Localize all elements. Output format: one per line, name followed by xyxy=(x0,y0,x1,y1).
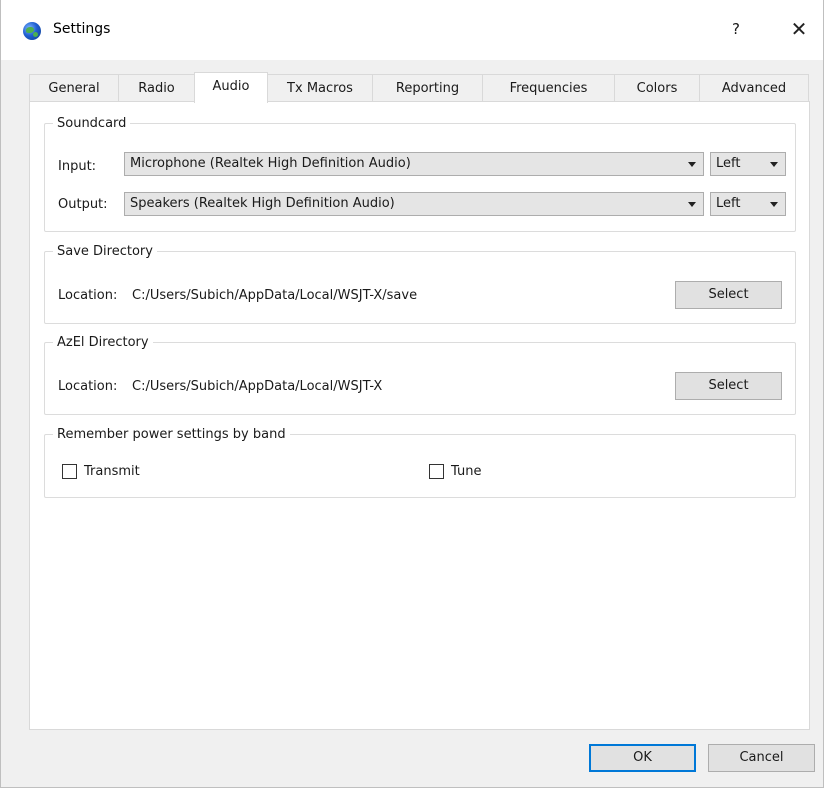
save-directory-title: Save Directory xyxy=(57,244,153,259)
power-settings-group: Remember power settings by band xyxy=(44,427,796,498)
ok-button[interactable]: OK xyxy=(589,744,696,772)
tune-label: Tune xyxy=(451,464,482,479)
soundcard-title: Soundcard xyxy=(57,116,127,131)
tab-radio[interactable]: Radio xyxy=(118,74,195,102)
tab-frequencies[interactable]: Frequencies xyxy=(482,74,615,102)
power-settings-title: Remember power settings by band xyxy=(57,427,286,442)
chevron-down-icon xyxy=(770,162,778,167)
azel-location-label: Location: xyxy=(58,379,118,394)
chevron-down-icon xyxy=(770,202,778,207)
save-select-button[interactable]: Select xyxy=(675,281,782,309)
tune-checkbox[interactable] xyxy=(429,464,444,479)
azel-location-value: C:/Users/Subich/AppData/Local/WSJT-X xyxy=(132,379,383,394)
help-button[interactable]: ? xyxy=(725,18,747,40)
tab-reporting[interactable]: Reporting xyxy=(372,74,483,102)
save-location-value: C:/Users/Subich/AppData/Local/WSJT-X/sav… xyxy=(132,288,418,303)
window-title: Settings xyxy=(53,21,111,37)
azel-directory-title: AzEl Directory xyxy=(57,335,149,350)
save-location-label: Location: xyxy=(58,288,118,303)
tab-advanced[interactable]: Advanced xyxy=(699,74,809,102)
output-label: Output: xyxy=(58,197,108,212)
audio-tab-panel: Soundcard Input: Microphone (Realtek Hig… xyxy=(29,101,810,730)
input-channel-select[interactable]: Left xyxy=(710,152,786,176)
output-channel-select[interactable]: Left xyxy=(710,192,786,216)
output-device-value: Speakers (Realtek High Definition Audio) xyxy=(130,196,395,211)
transmit-checkbox[interactable] xyxy=(62,464,77,479)
azel-select-button[interactable]: Select xyxy=(675,372,782,400)
input-channel-value: Left xyxy=(716,156,741,171)
title-bar: Settings ? ✕ xyxy=(1,0,823,60)
output-channel-value: Left xyxy=(716,196,741,211)
transmit-label: Transmit xyxy=(84,464,140,479)
tab-general[interactable]: General xyxy=(29,74,119,102)
tab-audio[interactable]: Audio xyxy=(194,72,268,103)
chevron-down-icon xyxy=(688,202,696,207)
tab-colors[interactable]: Colors xyxy=(614,74,700,102)
settings-dialog: Settings ? ✕ General Radio Audio Tx Macr… xyxy=(0,0,824,788)
input-label: Input: xyxy=(58,159,97,174)
app-globe-icon xyxy=(23,22,41,40)
tab-tx-macros[interactable]: Tx Macros xyxy=(267,74,373,102)
output-device-select[interactable]: Speakers (Realtek High Definition Audio) xyxy=(124,192,704,216)
close-button[interactable]: ✕ xyxy=(787,17,811,41)
cancel-button[interactable]: Cancel xyxy=(708,744,815,772)
input-device-value: Microphone (Realtek High Definition Audi… xyxy=(130,156,411,171)
chevron-down-icon xyxy=(688,162,696,167)
input-device-select[interactable]: Microphone (Realtek High Definition Audi… xyxy=(124,152,704,176)
